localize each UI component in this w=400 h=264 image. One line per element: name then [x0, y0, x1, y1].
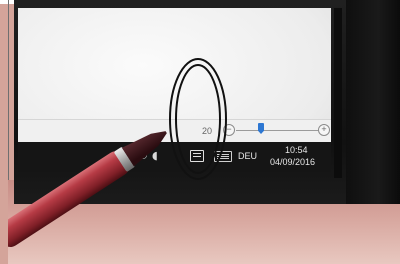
- word-status-bar: 20 − +: [18, 119, 331, 142]
- clock-time[interactable]: 10:54: [285, 145, 308, 155]
- windows-taskbar: ⚇ ◖ DEU 10:54 04/09/2016: [18, 142, 331, 172]
- screen-edge: [334, 8, 342, 178]
- zoom-out-button[interactable]: −: [223, 124, 235, 136]
- zoom-percent[interactable]: 20: [202, 126, 212, 136]
- action-center-lines: [193, 153, 201, 154]
- photo-frame: 20 − + ⚇ ◖ DEU 10:54 04/09/2016: [8, 0, 400, 264]
- input-language-indicator[interactable]: DEU: [238, 151, 257, 161]
- action-center-icon[interactable]: [190, 150, 204, 162]
- zoom-slider[interactable]: [236, 123, 318, 134]
- clock-date[interactable]: 04/09/2016: [270, 157, 315, 167]
- keyboard-keys: [217, 154, 229, 155]
- zoom-slider-thumb[interactable]: [258, 123, 264, 134]
- zoom-in-button[interactable]: +: [318, 124, 330, 136]
- screen: 20 − + ⚇ ◖ DEU 10:54 04/09/2016: [18, 8, 331, 172]
- tablet-side: [346, 0, 400, 204]
- touch-keyboard-icon[interactable]: [214, 151, 232, 162]
- photo-scene: 20 − + ⚇ ◖ DEU 10:54 04/09/2016: [0, 0, 400, 264]
